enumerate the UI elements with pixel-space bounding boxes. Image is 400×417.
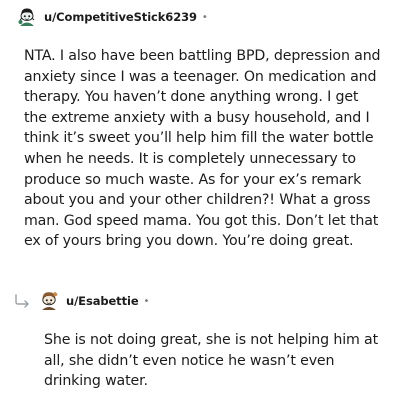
reply-arrow-icon — [15, 294, 29, 308]
reply-body: She is not doing great, she is not helpi… — [44, 332, 378, 390]
reply-username[interactable]: u/Esabettie — [66, 294, 139, 308]
reply-avatar-icon[interactable] — [38, 290, 60, 312]
separator-dot: • — [143, 295, 150, 307]
reply-header: u/Esabettie • — [38, 290, 149, 312]
comment-header: u/CompetitiveStick6239 • — [16, 6, 208, 28]
separator-dot: • — [201, 11, 208, 23]
comment-body: NTA. I also have been battling BPD, depr… — [24, 48, 381, 250]
user-avatar-icon[interactable] — [16, 6, 38, 28]
comment-username[interactable]: u/CompetitiveStick6239 — [44, 10, 197, 24]
